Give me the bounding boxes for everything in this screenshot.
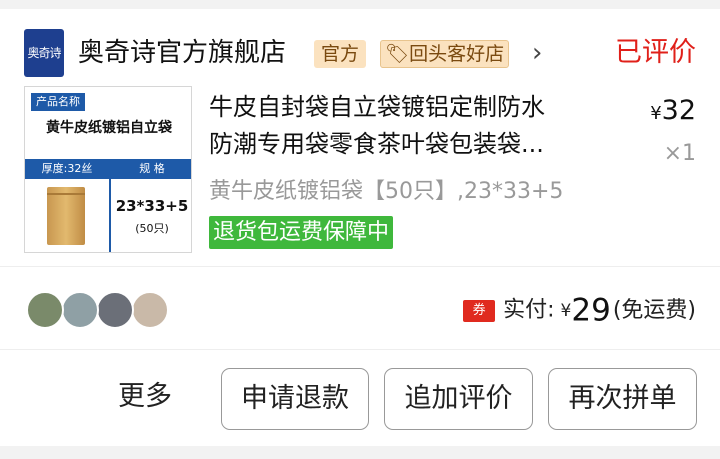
image-size: 23*33+5 — [115, 197, 189, 215]
rebuy-button[interactable]: 再次拼单 — [548, 368, 697, 430]
image-tag: 产品名称 — [31, 93, 85, 111]
return-shipping-guarantee: 退货包运费保障中 — [209, 216, 394, 249]
avatar — [26, 291, 64, 329]
shop-header[interactable]: 奥奇诗 奥奇诗官方旗舰店 官方 🏷回头客好店 › 已评价 — [0, 9, 720, 91]
payment-summary: 券实付: ¥29(免运费) — [463, 289, 696, 331]
image-qty: (50只) — [135, 222, 169, 235]
avatar — [61, 291, 99, 329]
price-value: 32 — [661, 95, 696, 126]
order-status: 已评价 — [615, 37, 696, 68]
product-title-line2: 防潮专用袋零食茶叶袋包装袋... — [209, 130, 544, 158]
shop-name[interactable]: 奥奇诗官方旗舰店 — [78, 29, 286, 77]
official-badge: 官方 — [314, 40, 367, 68]
tag-icon: 🏷 — [385, 43, 410, 65]
avatar — [96, 291, 134, 329]
coupon-icon: 券 — [463, 299, 496, 322]
divider — [0, 266, 720, 267]
image-title: 黄牛皮纸镀铝自立袋 — [46, 120, 172, 136]
page: 奥奇诗 奥奇诗官方旗舰店 官方 🏷回头客好店 › 已评价 产品名称 黄牛皮纸镀铝… — [0, 0, 720, 459]
product-price: ¥32 — [650, 95, 696, 126]
product-title-line1: 牛皮自封袋自立袋镀铝定制防水 — [209, 93, 545, 121]
payment-amount: 29 — [571, 292, 611, 329]
more-button[interactable]: 更多 — [118, 377, 172, 417]
add-review-button[interactable]: 追加评价 — [384, 368, 533, 430]
image-thickness: 厚度:32丝 — [25, 159, 109, 179]
payment-currency: ¥ — [560, 300, 572, 321]
product-sku: 黄牛皮纸镀铝袋【50只】,23*33+5 — [209, 179, 564, 204]
avatar — [131, 291, 169, 329]
order-card: 奥奇诗 奥奇诗官方旗舰店 官方 🏷回头客好店 › 已评价 产品名称 黄牛皮纸镀铝… — [0, 9, 720, 446]
divider — [0, 349, 720, 350]
product-image[interactable]: 产品名称 黄牛皮纸镀铝自立袋 厚度:32丝 规 格 23*33+5 (50只) — [24, 86, 192, 253]
repeat-customer-label: 回头客好店 — [409, 43, 505, 65]
kraft-bag-illustration — [47, 187, 85, 245]
chevron-right-icon[interactable]: › — [532, 33, 542, 73]
product-title[interactable]: 牛皮自封袋自立袋镀铝定制防水 防潮专用袋零食茶叶袋包装袋... — [209, 89, 609, 163]
repeat-customer-badge: 🏷回头客好店 — [380, 40, 510, 68]
payment-label: 实付: — [503, 297, 555, 323]
price-currency: ¥ — [650, 103, 662, 124]
shop-logo[interactable]: 奥奇诗 — [24, 29, 64, 77]
product-quantity: ×1 — [663, 141, 696, 166]
shipping-note: (免运费) — [612, 297, 696, 323]
refund-button[interactable]: 申请退款 — [221, 368, 369, 430]
image-spec-label: 规 格 — [111, 159, 191, 179]
